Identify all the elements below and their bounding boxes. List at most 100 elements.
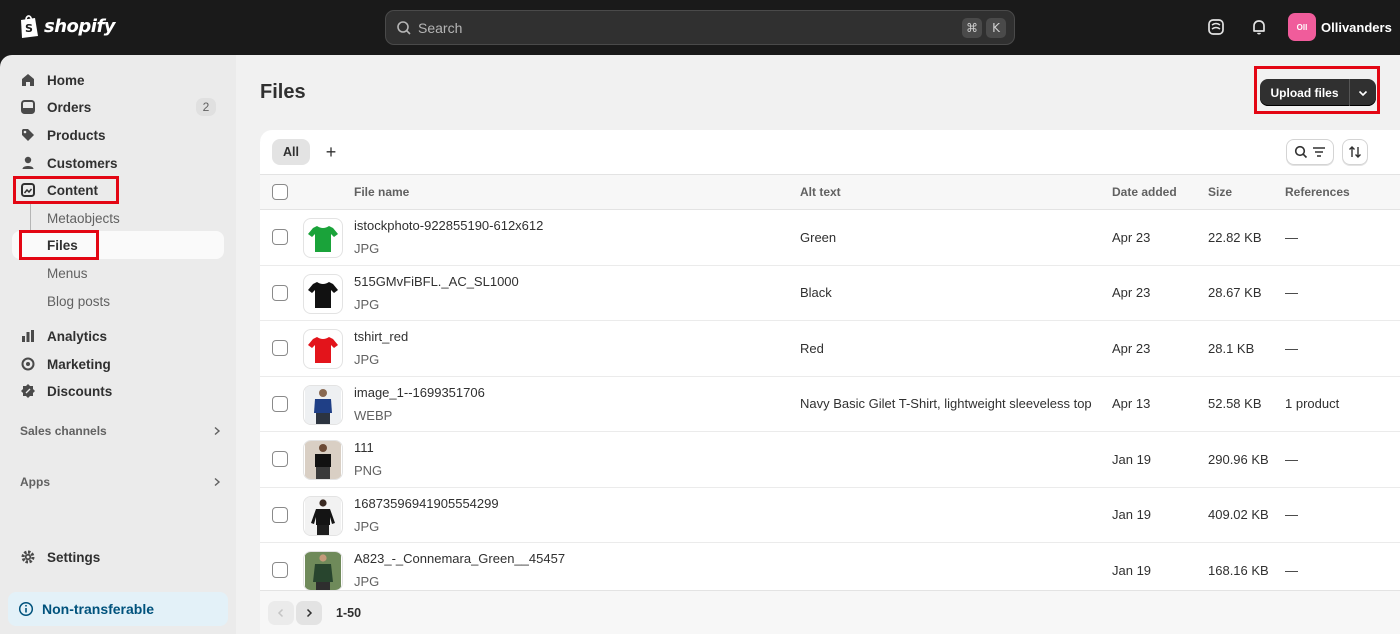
alt-text (800, 488, 1092, 543)
column-date-added[interactable]: Date added (1112, 175, 1177, 209)
row-checkbox[interactable] (272, 229, 288, 246)
table-row[interactable]: tshirt_red JPG Red Apr 23 28.1 KB — (260, 321, 1400, 377)
sidebar-item-label: Orders (47, 99, 92, 115)
file-size: 28.67 KB (1208, 285, 1262, 301)
file-thumbnail[interactable] (303, 273, 343, 314)
file-thumbnail[interactable] (303, 384, 343, 425)
row-checkbox[interactable] (272, 451, 288, 468)
column-alt-text[interactable]: Alt text (800, 175, 841, 209)
chevron-right-icon (214, 477, 221, 487)
non-transferable-banner[interactable]: Non-transferable (8, 592, 228, 626)
date-added: Jan 19 (1112, 451, 1152, 467)
file-thumbnail[interactable] (303, 329, 343, 369)
file-type: JPG (354, 352, 380, 367)
chevron-down-icon (1358, 90, 1368, 96)
sales-channels-header[interactable]: Sales channels (20, 421, 224, 441)
row-checkbox-cell (272, 266, 288, 321)
sort-button[interactable] (1342, 139, 1368, 165)
sidebar-item-home[interactable]: Home (12, 66, 224, 94)
row-checkbox[interactable] (272, 562, 288, 579)
apps-header[interactable]: Apps (20, 472, 224, 492)
column-references[interactable]: References (1285, 175, 1350, 209)
table-row[interactable]: istockphoto-922855190-612x612 JPG Green … (260, 210, 1400, 266)
row-checkbox[interactable] (272, 284, 288, 301)
shopify-bag-icon: S (21, 15, 38, 38)
sidebar-item-discounts[interactable]: Discounts (12, 377, 224, 405)
search-input[interactable] (418, 19, 958, 36)
file-name[interactable]: tshirt_red (354, 329, 408, 344)
select-all-checkbox[interactable] (272, 184, 288, 200)
tab-bar: All + (260, 130, 1400, 174)
shortcut-cmd-key: ⌘ (962, 18, 982, 38)
sidebar-item-menus[interactable]: Menus (47, 263, 88, 283)
file-name[interactable]: 515GMvFiBFL._AC_SL1000 (354, 274, 519, 289)
top-bar: S shopify ⌘ K Oll Ollivanders (0, 0, 1400, 55)
upload-files-button[interactable]: Upload files (1260, 79, 1350, 106)
shopify-logo[interactable]: S shopify (18, 14, 116, 39)
store-icon[interactable] (1206, 17, 1226, 37)
row-checkbox[interactable] (272, 506, 288, 523)
sidebar-item-marketing[interactable]: Marketing (12, 350, 224, 378)
search-icon (397, 20, 411, 35)
tag-icon (22, 129, 34, 141)
alt-text: Black (800, 285, 832, 301)
alt-text: Navy Basic Gilet T-Shirt, lightweight sl… (800, 396, 1092, 412)
svg-text:S: S (25, 22, 33, 35)
filter-icon (1313, 147, 1325, 157)
sidebar-item-files[interactable]: Files (47, 235, 78, 255)
column-size[interactable]: Size (1208, 175, 1232, 209)
table-row[interactable]: image_1--1699351706 WEBP Navy Basic Gile… (260, 377, 1400, 432)
date-added: Apr 13 (1112, 396, 1151, 412)
brand-name: shopify (44, 16, 116, 37)
sidebar-item-blog-posts[interactable]: Blog posts (47, 291, 110, 311)
file-name[interactable]: A823_-_Connemara_Green__45457 (354, 551, 565, 566)
previous-page-button[interactable] (268, 601, 294, 625)
search-filter-button[interactable] (1286, 139, 1334, 165)
file-thumbnail[interactable] (303, 495, 343, 536)
references: — (1285, 340, 1298, 356)
file-size: 409.02 KB (1208, 507, 1269, 523)
sidebar-item-label: Products (47, 127, 106, 143)
sort-icon (1349, 146, 1361, 158)
sidebar-item-customers[interactable]: Customers (12, 149, 224, 177)
table-row[interactable]: 16873596941905554299 JPG Jan 19 409.02 K… (260, 488, 1400, 543)
file-thumbnail[interactable] (303, 440, 343, 480)
row-checkbox[interactable] (272, 340, 288, 357)
black-tshirt-image (308, 281, 338, 308)
search-bar[interactable]: ⌘ K (385, 10, 1015, 45)
sidebar-item-label: Customers (47, 155, 118, 171)
file-type: JPG (354, 574, 380, 589)
sidebar-item-analytics[interactable]: Analytics (12, 322, 224, 350)
row-checkbox-cell (272, 377, 288, 432)
file-name[interactable]: 111 (354, 440, 374, 455)
file-name[interactable]: istockphoto-922855190-612x612 (354, 218, 543, 233)
add-view-button[interactable]: + (320, 141, 342, 163)
pagination: 1-50 (260, 590, 1400, 634)
sidebar-item-orders[interactable]: Orders 2 (12, 93, 224, 121)
date-added: Apr 23 (1112, 285, 1151, 301)
file-size: 52.58 KB (1208, 396, 1262, 412)
tab-all[interactable]: All (272, 139, 310, 165)
pagination-range: 1-50 (336, 606, 362, 620)
sidebar-item-metaobjects[interactable]: Metaobjects (47, 208, 120, 228)
file-thumbnail[interactable] (303, 551, 343, 591)
column-file-name[interactable]: File name (354, 175, 409, 209)
file-name[interactable]: image_1--1699351706 (354, 385, 485, 400)
file-name[interactable]: 16873596941905554299 (354, 496, 499, 511)
sidebar-item-settings[interactable]: Settings (12, 543, 224, 571)
upload-options-button[interactable] (1350, 79, 1376, 106)
next-page-button[interactable] (296, 601, 322, 625)
table-row[interactable]: 111 PNG Jan 19 290.96 KB — (260, 432, 1400, 488)
sidebar-item-products[interactable]: Products (12, 121, 224, 149)
sidebar-item-content[interactable]: Content (12, 176, 224, 204)
select-all-cell (272, 175, 288, 209)
table-row[interactable]: 515GMvFiBFL._AC_SL1000 JPG Black Apr 23 … (260, 266, 1400, 321)
references[interactable]: 1 product (1285, 377, 1339, 432)
date-added: Apr 23 (1112, 340, 1151, 356)
store-avatar[interactable]: Oll (1288, 13, 1316, 41)
bell-icon[interactable] (1249, 17, 1269, 37)
row-checkbox[interactable] (272, 395, 288, 412)
store-name[interactable]: Ollivanders (1321, 20, 1392, 35)
row-checkbox-cell (272, 321, 288, 376)
file-thumbnail[interactable] (303, 218, 343, 258)
